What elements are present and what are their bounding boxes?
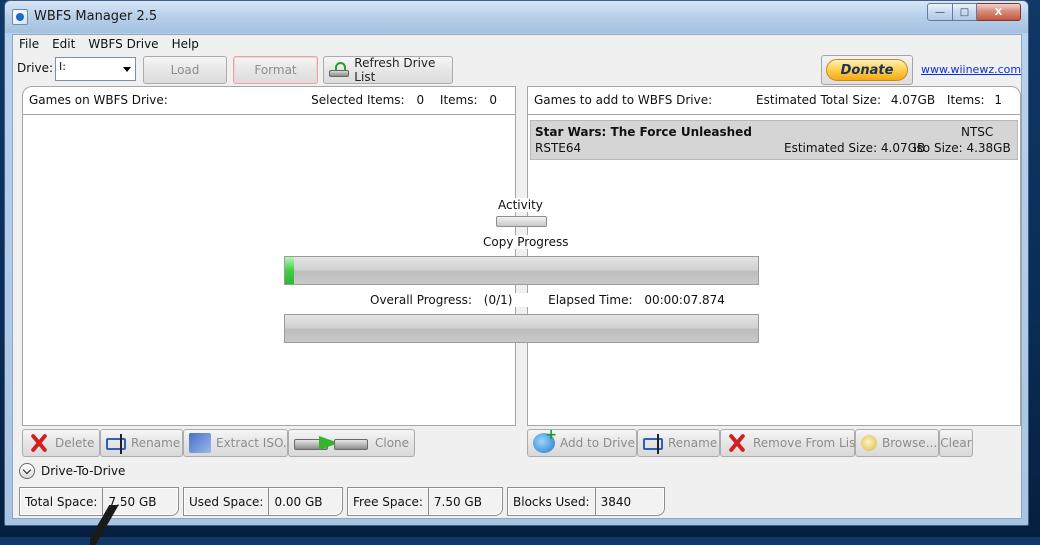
clear-button[interactable]: Clear <box>939 429 973 457</box>
used-space-label: Used Space: <box>184 488 270 515</box>
menu-wbfs-drive[interactable]: WBFS Drive <box>82 35 165 55</box>
wbfs-games-header: Games on WBFS Drive: Selected Items: 0 I… <box>23 87 515 115</box>
delete-button[interactable]: Delete <box>22 429 100 457</box>
items-value: 0 <box>489 93 497 107</box>
games-to-add-stats: Estimated Total Size: 4.07GB Items: 1 <box>754 93 1002 107</box>
search-icon <box>861 435 877 451</box>
donate-button[interactable]: Donate <box>821 55 913 85</box>
refresh-drive-icon <box>329 62 349 78</box>
rename-icon <box>106 434 126 454</box>
used-space-cell: Used Space: 0.00 GB <box>183 487 343 516</box>
remove-from-list-button[interactable]: Remove From List <box>720 429 860 457</box>
menu-edit[interactable]: Edit <box>46 35 82 55</box>
remove-icon <box>726 433 748 453</box>
wbfs-games-stats: Selected Items: 0 Items: 0 <box>309 93 497 107</box>
list-item[interactable]: Star Wars: The Force Unleashed NTSC RSTE… <box>530 120 1018 160</box>
wbfs-actions: Delete Rename Extract ISO... Clone <box>22 429 415 459</box>
drive-to-drive-label: Drive-To-Drive <box>41 464 126 478</box>
game-id: RSTE64 <box>535 141 582 155</box>
blocks-used-label: Blocks Used: <box>508 488 596 515</box>
load-button[interactable]: Load <box>143 56 227 84</box>
close-button[interactable]: X <box>977 3 1021 21</box>
free-space-value: 7.50 GB <box>433 494 482 509</box>
menu-help[interactable]: Help <box>166 35 206 55</box>
estimated-total-value: 4.07GB <box>890 93 936 107</box>
menu-file[interactable]: File <box>13 35 46 55</box>
format-button[interactable]: Format <box>233 56 318 84</box>
game-title: Star Wars: The Force Unleashed <box>535 125 752 139</box>
add-items-label: Items: <box>946 93 985 107</box>
wbfs-games-panel[interactable]: Games on WBFS Drive: Selected Items: 0 I… <box>22 86 516 426</box>
drive-select-value: I: <box>59 60 66 73</box>
app-icon <box>12 9 28 25</box>
desktop-background <box>90 505 130 545</box>
games-to-add-title: Games to add to WBFS Drive: <box>534 93 713 107</box>
extract-iso-icon <box>189 433 211 453</box>
items-label: Items: <box>439 93 478 107</box>
add-to-drive-icon <box>533 427 557 453</box>
refresh-button-label: Refresh Drive List <box>354 56 436 84</box>
blocks-used-value: 3840 <box>600 494 632 509</box>
browse-button[interactable]: Browse... <box>855 429 939 457</box>
add-to-drive-label: Add to Drive <box>560 436 635 450</box>
games-to-add-panel[interactable]: Games to add to WBFS Drive: Estimated To… <box>527 86 1021 426</box>
remove-from-list-label: Remove From List <box>753 436 861 450</box>
blocks-used-cell: Blocks Used: 3840 <box>507 487 665 516</box>
title-bar[interactable]: WBFS Manager 2.5 — □ X <box>5 1 1028 33</box>
website-link[interactable]: www.wiinewz.com <box>921 63 1021 76</box>
rename-icon <box>643 434 663 454</box>
app-window: WBFS Manager 2.5 — □ X File Edit WBFS Dr… <box>4 0 1029 526</box>
selected-items-value: 0 <box>416 93 425 107</box>
caption-buttons: — □ X <box>927 3 1021 21</box>
rename-button[interactable]: Rename <box>100 429 183 457</box>
format-button-label: Format <box>254 63 297 77</box>
free-space-label: Free Space: <box>348 488 429 515</box>
refresh-drive-list-button[interactable]: Refresh Drive List <box>323 56 453 84</box>
delete-icon <box>28 433 50 453</box>
used-space-value: 0.00 GB <box>274 494 323 509</box>
rename-add-label: Rename <box>668 436 718 450</box>
maximize-button[interactable]: □ <box>953 3 977 21</box>
extract-iso-label: Extract ISO... <box>216 436 295 450</box>
chevron-down-icon <box>19 463 35 479</box>
add-actions: Add to Drive Rename Remove From List Bro… <box>527 427 973 459</box>
clone-icon <box>294 434 370 452</box>
menu-bar: File Edit WBFS Drive Help <box>13 35 206 55</box>
free-space-cell: Free Space: 7.50 GB <box>347 487 503 516</box>
toolbar: Drive: I: Load Format Refresh Drive List… <box>13 55 1021 89</box>
game-estimated-size: Estimated Size: 4.07GB <box>784 141 926 155</box>
rename-label: Rename <box>131 436 181 450</box>
chevron-down-icon <box>123 67 131 72</box>
donate-pill: Donate <box>826 59 908 81</box>
drive-to-drive-toggle[interactable]: Drive-To-Drive <box>19 463 125 479</box>
load-button-label: Load <box>170 63 200 77</box>
wbfs-games-title: Games on WBFS Drive: <box>29 93 168 107</box>
browse-label: Browse... <box>882 436 938 450</box>
drive-select[interactable]: I: <box>55 57 136 81</box>
extract-iso-button[interactable]: Extract ISO... <box>183 429 294 457</box>
drive-label: Drive: <box>17 61 54 75</box>
client-area: File Edit WBFS Drive Help Drive: I: Load… <box>12 34 1022 519</box>
add-items-value: 1 <box>994 93 1002 107</box>
games-to-add-header: Games to add to WBFS Drive: Estimated To… <box>528 87 1020 115</box>
add-to-drive-button[interactable]: Add to Drive <box>527 427 637 457</box>
selected-items-label: Selected Items: <box>311 93 405 107</box>
clone-button[interactable]: Clone <box>288 429 415 457</box>
estimated-total-label: Estimated Total Size: <box>756 93 881 107</box>
clone-label: Clone <box>375 436 410 450</box>
window-title: WBFS Manager 2.5 <box>34 9 158 24</box>
minimize-button[interactable]: — <box>927 3 953 21</box>
game-iso-size: Iso Size: 4.38GB <box>913 141 1011 155</box>
rename-add-button[interactable]: Rename <box>637 429 720 457</box>
game-region: NTSC <box>961 125 994 139</box>
clear-label: Clear <box>940 436 972 450</box>
delete-label: Delete <box>55 436 95 450</box>
